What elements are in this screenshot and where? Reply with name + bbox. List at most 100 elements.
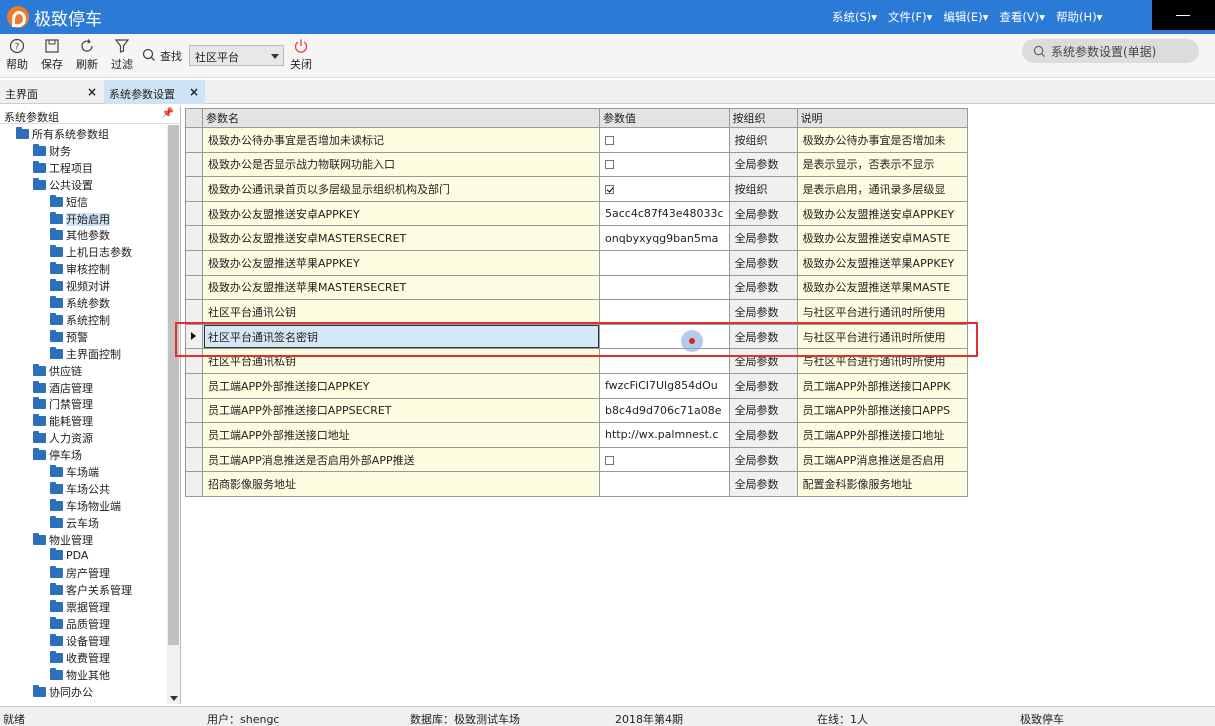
param-name-cell[interactable]: 员工端APP消息推送是否启用外部APP推送 xyxy=(202,446,600,473)
table-row[interactable]: 极致办公友盟推送苹果MASTERSECRET 全局参数 极致办公友盟推送苹果MAST… xyxy=(185,274,968,301)
param-value-cell[interactable]: onqbyxyqg9ban5ma xyxy=(599,225,730,251)
row-indicator[interactable] xyxy=(185,200,203,227)
param-desc-cell[interactable]: 与社区平台进行通讯时所使用 xyxy=(796,323,968,350)
param-name-cell[interactable]: 极致办公通讯录首页以多层级显示组织机构及部门 xyxy=(202,176,600,202)
param-scope-cell[interactable]: 全局参数 xyxy=(728,446,798,473)
param-name-cell[interactable]: 极致办公是否显示战力物联网功能入口 xyxy=(202,151,600,178)
param-value-cell[interactable] xyxy=(599,323,730,350)
menu-file[interactable]: 文件(F)▾ xyxy=(888,9,932,25)
table-row[interactable]: 社区平台通讯公钥 全局参数 与社区平台进行通讯时所使用 xyxy=(185,299,968,325)
param-scope-cell[interactable]: 全局参数 xyxy=(728,397,798,424)
param-value-checkbox-cell[interactable] xyxy=(599,151,730,178)
tab-system-params[interactable]: 系统参数设置 × xyxy=(104,80,205,104)
close-icon[interactable]: × xyxy=(87,85,97,99)
param-value-cell[interactable] xyxy=(599,299,730,325)
tree-node[interactable]: 物业管理 xyxy=(33,532,93,549)
col-header-scope[interactable]: 按组织 xyxy=(728,108,798,128)
row-indicator[interactable] xyxy=(185,372,203,399)
checkbox-unchecked[interactable] xyxy=(605,160,614,170)
tree-node[interactable]: 车场端 xyxy=(50,464,99,481)
col-header-desc[interactable]: 说明 xyxy=(796,108,968,128)
param-desc-cell[interactable]: 员工端APP外部推送接口APPK xyxy=(796,372,968,399)
table-row[interactable]: 极致办公是否显示战力物联网功能入口 全局参数 是表示显示，否表示不显示 xyxy=(185,151,968,178)
row-indicator[interactable] xyxy=(185,397,203,424)
param-value-cell[interactable] xyxy=(599,274,730,301)
table-row[interactable]: 员工端APP消息推送是否启用外部APP推送 全局参数 员工端APP消息推送是否启用 xyxy=(185,446,968,473)
table-row[interactable]: 极致办公友盟推送安卓MASTERSECRET onqbyxyqg9ban5ma 全局… xyxy=(185,225,968,251)
filter-button[interactable]: 过滤 xyxy=(111,38,133,72)
table-row[interactable]: 极致办公友盟推送安卓APPKEY 5acc4c87f43e48033c 全局参数 极致… xyxy=(185,200,968,227)
tree-node[interactable]: 车场物业端 xyxy=(50,498,121,515)
param-desc-cell[interactable]: 极致办公友盟推送安卓MASTE xyxy=(796,225,968,251)
tree-node[interactable]: 预警 xyxy=(50,329,88,346)
param-desc-cell[interactable]: 极致办公友盟推送苹果MASTE xyxy=(796,274,968,301)
tree-node[interactable]: 所有系统参数组 xyxy=(16,126,109,143)
tree-node[interactable]: 设备管理 xyxy=(50,633,110,650)
scrollbar-thumb[interactable] xyxy=(168,125,179,645)
tree-node[interactable]: 公共设置 xyxy=(33,177,93,194)
tree-node[interactable]: 车场公共 xyxy=(50,481,110,498)
param-scope-cell[interactable]: 全局参数 xyxy=(728,151,798,178)
param-name-cell[interactable]: 社区平台通讯签名密钥 xyxy=(202,323,600,350)
tree-node[interactable]: 人力资源 xyxy=(33,430,93,447)
table-row[interactable]: 社区平台通讯私钥 全局参数 与社区平台进行通讯时所使用 xyxy=(185,348,968,374)
param-name-cell[interactable]: 员工端APP外部推送接口APPKEY xyxy=(202,372,600,399)
refresh-button[interactable]: 刷新 xyxy=(76,38,98,72)
tree-node[interactable]: 客户关系管理 xyxy=(50,582,132,599)
scope-dropdown[interactable]: 社区平台 xyxy=(189,45,284,66)
param-desc-cell[interactable]: 员工端APP外部推送接口地址 xyxy=(796,422,968,448)
tree-node[interactable]: 停车场 xyxy=(33,447,82,464)
tree-node[interactable]: 物业其他 xyxy=(50,667,110,684)
param-name-cell[interactable]: 极致办公友盟推送安卓MASTERSECRET xyxy=(202,225,600,251)
param-name-cell[interactable]: 员工端APP外部推送接口APPSECRET xyxy=(202,397,600,424)
param-name-cell[interactable]: 极致办公待办事宜是否增加未读标记 xyxy=(202,127,600,153)
save-button[interactable]: 保存 xyxy=(41,38,63,72)
param-scope-cell[interactable]: 全局参数 xyxy=(728,422,798,448)
table-row[interactable]: 极致办公通讯录首页以多层级显示组织机构及部门 按组织 是表示启用，通讯录多层级显 xyxy=(185,176,968,202)
menu-help[interactable]: 帮助(H)▾ xyxy=(1056,9,1102,25)
param-scope-cell[interactable]: 全局参数 xyxy=(728,323,798,350)
param-value-checkbox-cell[interactable] xyxy=(599,127,730,153)
tree-node[interactable]: 上机日志参数 xyxy=(50,244,132,261)
row-indicator[interactable] xyxy=(185,471,203,497)
param-name-cell[interactable]: 极致办公友盟推送苹果MASTERSECRET xyxy=(202,274,600,301)
param-name-cell[interactable]: 招商影像服务地址 xyxy=(202,471,600,497)
close-button[interactable]: 关闭 xyxy=(290,38,312,72)
tree-node[interactable]: 系统控制 xyxy=(50,312,110,329)
row-indicator[interactable] xyxy=(185,299,203,325)
param-name-cell[interactable]: 社区平台通讯私钥 xyxy=(202,348,600,374)
table-row[interactable]: 招商影像服务地址 全局参数 配置金科影像服务地址 xyxy=(185,471,968,497)
col-header-name[interactable]: 参数名 xyxy=(202,108,600,128)
param-scope-cell[interactable]: 全局参数 xyxy=(728,249,798,276)
row-indicator[interactable] xyxy=(185,446,203,473)
param-desc-cell[interactable]: 是表示启用，通讯录多层级显 xyxy=(796,176,968,202)
param-value-cell[interactable] xyxy=(599,249,730,276)
table-row[interactable]: 极致办公友盟推送苹果APPKEY 全局参数 极致办公友盟推送苹果APPKEY xyxy=(185,249,968,276)
param-desc-cell[interactable]: 极致办公友盟推送苹果APPKEY xyxy=(796,249,968,276)
row-indicator[interactable] xyxy=(185,323,203,350)
tab-main[interactable]: 主界面 × xyxy=(0,80,103,104)
row-indicator[interactable] xyxy=(185,225,203,251)
row-indicator[interactable] xyxy=(185,249,203,276)
tree-node[interactable]: 供应链 xyxy=(33,363,82,380)
pin-icon[interactable]: 📌 xyxy=(162,108,174,119)
param-name-cell[interactable]: 极致办公友盟推送苹果APPKEY xyxy=(202,249,600,276)
param-value-cell[interactable]: 5acc4c87f43e48033c xyxy=(599,200,730,227)
tree-node[interactable]: PDA xyxy=(50,547,88,566)
checkbox-unchecked[interactable] xyxy=(605,455,614,465)
param-value-cell[interactable]: fwzcFiCI7Ulg854dOu xyxy=(599,372,730,399)
param-name-cell[interactable]: 极致办公友盟推送安卓APPKEY xyxy=(202,200,600,227)
param-desc-cell[interactable]: 与社区平台进行通讯时所使用 xyxy=(796,348,968,374)
param-scope-cell[interactable]: 全局参数 xyxy=(728,299,798,325)
tree-node[interactable]: 协同办公 xyxy=(33,684,93,701)
param-desc-cell[interactable]: 与社区平台进行通讯时所使用 xyxy=(796,299,968,325)
tree-node[interactable]: 开始启用 xyxy=(50,211,110,228)
help-button[interactable]: ? 帮助 xyxy=(6,38,28,72)
param-name-cell[interactable]: 员工端APP外部推送接口地址 xyxy=(202,422,600,448)
param-desc-cell[interactable]: 员工端APP消息推送是否启用 xyxy=(796,446,968,473)
param-scope-cell[interactable]: 全局参数 xyxy=(728,274,798,301)
param-value-cell[interactable]: http://wx.palmnest.c xyxy=(599,422,730,448)
param-value-cell[interactable]: b8c4d9d706c71a08e xyxy=(599,397,730,424)
row-indicator[interactable] xyxy=(185,348,203,374)
table-row[interactable]: 社区平台通讯签名密钥 全局参数 与社区平台进行通讯时所使用 xyxy=(185,323,968,350)
